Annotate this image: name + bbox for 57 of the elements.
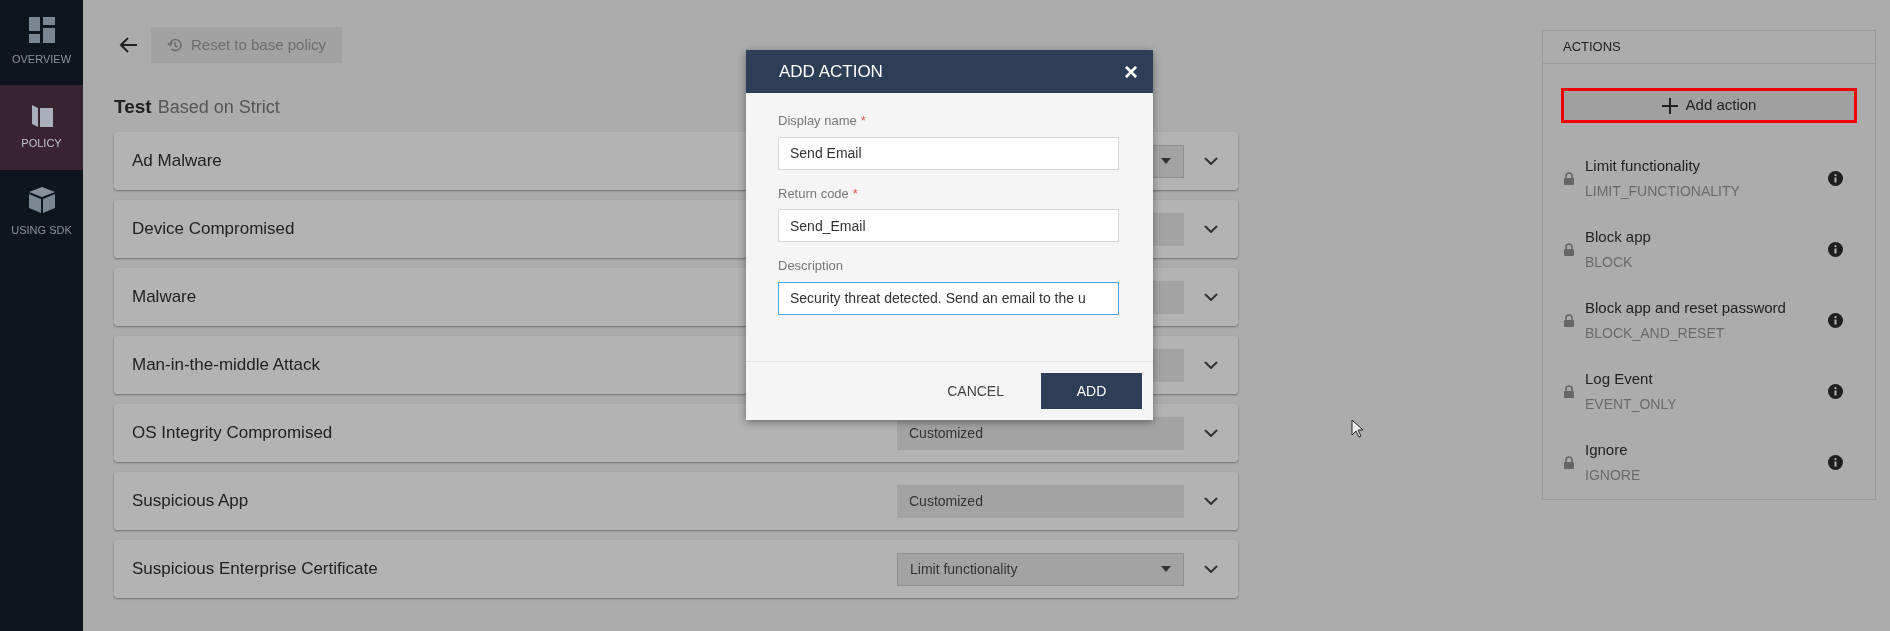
action-name: Log Event xyxy=(1585,368,1654,389)
input-field[interactable]: Send Email xyxy=(778,136,1119,170)
action-code: LIMIT_FUNCTIONALITY xyxy=(1585,182,1741,202)
policy-name: Test xyxy=(114,95,152,119)
action-code: BLOCK_AND_RESET xyxy=(1585,324,1726,344)
field-label: Display name xyxy=(778,112,857,130)
threat-name: Malware xyxy=(132,286,197,309)
action-name: Ignore xyxy=(1585,439,1629,460)
info-icon[interactable] xyxy=(1828,171,1843,186)
required-mark: * xyxy=(852,184,858,203)
plus-icon xyxy=(1661,97,1678,114)
dashboard-icon xyxy=(28,17,55,44)
action-code: EVENT_ONLY xyxy=(1585,395,1678,415)
policy-base: Based on Strict xyxy=(157,96,280,119)
threat-name: Device Compromised xyxy=(132,218,295,241)
action-field[interactable]: Customized xyxy=(897,484,1184,518)
input-field[interactable]: Send_Email xyxy=(778,209,1119,242)
chevron-down-icon[interactable] xyxy=(1204,157,1218,165)
action-code: IGNORE xyxy=(1585,466,1642,486)
threat-name: Ad Malware xyxy=(132,150,222,173)
chevron-down-icon[interactable] xyxy=(1204,225,1218,233)
info-icon[interactable] xyxy=(1828,313,1843,328)
mouse-pointer-icon xyxy=(1351,419,1364,438)
add-action-button[interactable]: Add action xyxy=(1561,88,1857,123)
dropdown-caret-icon xyxy=(1161,158,1171,164)
cube-icon xyxy=(27,186,56,215)
sidebar-item[interactable]: POLICY xyxy=(0,85,83,170)
field-label: Description xyxy=(778,257,844,275)
input-field[interactable]: Security threat detected. Send an email to the u xyxy=(778,281,1119,315)
action-code: BLOCK xyxy=(1585,253,1634,273)
add-button[interactable]: ADD xyxy=(1041,373,1142,409)
dialog-title: ADD ACTION xyxy=(779,60,883,83)
action-dropdown[interactable]: Limit functionality xyxy=(897,552,1184,586)
back-arrow-icon[interactable] xyxy=(119,36,139,54)
dropdown-caret-icon xyxy=(1161,566,1171,572)
chevron-down-icon[interactable] xyxy=(1204,565,1218,573)
info-icon[interactable] xyxy=(1828,455,1843,470)
threat-name: Suspicious App xyxy=(132,490,249,513)
chevron-down-icon[interactable] xyxy=(1204,293,1218,301)
history-icon xyxy=(167,37,183,53)
action-name: Block app xyxy=(1585,226,1652,247)
close-button[interactable]: × xyxy=(1124,59,1138,84)
info-icon[interactable] xyxy=(1828,384,1843,399)
cancel-button[interactable]: CANCEL xyxy=(947,380,1004,402)
panel-title: ACTIONS xyxy=(1543,31,1875,64)
book-icon xyxy=(29,103,54,128)
required-mark: * xyxy=(860,112,866,130)
action-name: Block app and reset password xyxy=(1585,297,1787,318)
chevron-down-icon[interactable] xyxy=(1204,429,1218,437)
action-name: Limit functionality xyxy=(1585,155,1702,176)
threat-name: Man-in-the-middle Attack xyxy=(132,354,321,377)
threat-name: OS Integrity Compromised xyxy=(132,422,333,445)
info-icon[interactable] xyxy=(1828,242,1843,257)
threat-name: Suspicious Enterprise Certificate xyxy=(132,558,378,581)
chevron-down-icon[interactable] xyxy=(1204,361,1218,369)
field-label: Return code xyxy=(778,184,849,203)
chevron-down-icon[interactable] xyxy=(1204,497,1218,505)
